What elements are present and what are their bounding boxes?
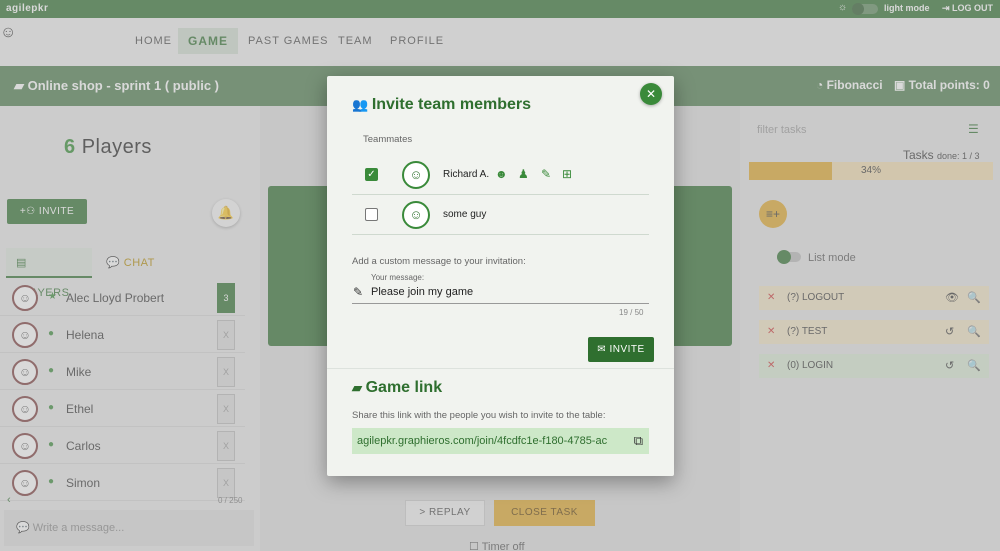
teammate-name: some guy [443,209,487,220]
teammate-name: Richard A. [443,169,490,180]
invite-title-text: Invite team members [371,96,531,113]
teammate-checkbox[interactable]: ✓ [365,168,378,181]
user-role-icon: ♟ [518,167,529,181]
teammate-checkbox[interactable] [365,208,378,221]
message-counter: 19 / 50 [619,308,644,317]
send-invite-label: INVITE [609,344,645,355]
users-icon: 👥 [352,97,372,112]
divider [327,368,674,369]
message-value: Please join my game [371,286,474,298]
teammate-row[interactable]: ☺ some guy [352,195,649,235]
avatar: ☺ [402,161,430,189]
close-icon[interactable]: ✕ [640,83,662,105]
copy-icon[interactable]: ⧉ [634,428,643,454]
avatar: ☺ [402,201,430,229]
game-link-title: ▰ Game link [352,379,442,397]
game-link-url[interactable]: agilepkr.graphieros.com/join/4fcdfc1e-f1… [357,435,607,447]
send-invite-button[interactable]: ✉ INVITE [588,337,654,362]
emoji-icon: ☻ [495,167,508,181]
teammates-label: Teammates [363,134,413,145]
pencil-icon: ✎ [353,285,364,299]
pencil-icon: ✎ [541,167,552,181]
mail-icon: ✉ [597,344,610,355]
game-link-title-text: Game link [365,379,443,396]
invite-modal-title: 👥 Invite team members [352,96,531,114]
hierarchy-icon: ⊞ [562,167,573,181]
message-field[interactable]: Your message: ✎ Please join my game [352,273,649,304]
custom-message-label: Add a custom message to your invitation: [352,256,526,267]
cards-icon: ▰ [352,380,366,395]
link-description: Share this link with the people you wish… [352,410,606,421]
message-field-label: Your message: [371,273,425,282]
teammate-row[interactable]: ✓ ☺ Richard A. ☻ ♟ ✎ ⊞ [352,155,649,195]
game-link-field[interactable]: agilepkr.graphieros.com/join/4fcdfc1e-f1… [352,428,649,454]
invite-modal: ✕ 👥 Invite team members Teammates ✓ ☺ Ri… [327,76,674,476]
